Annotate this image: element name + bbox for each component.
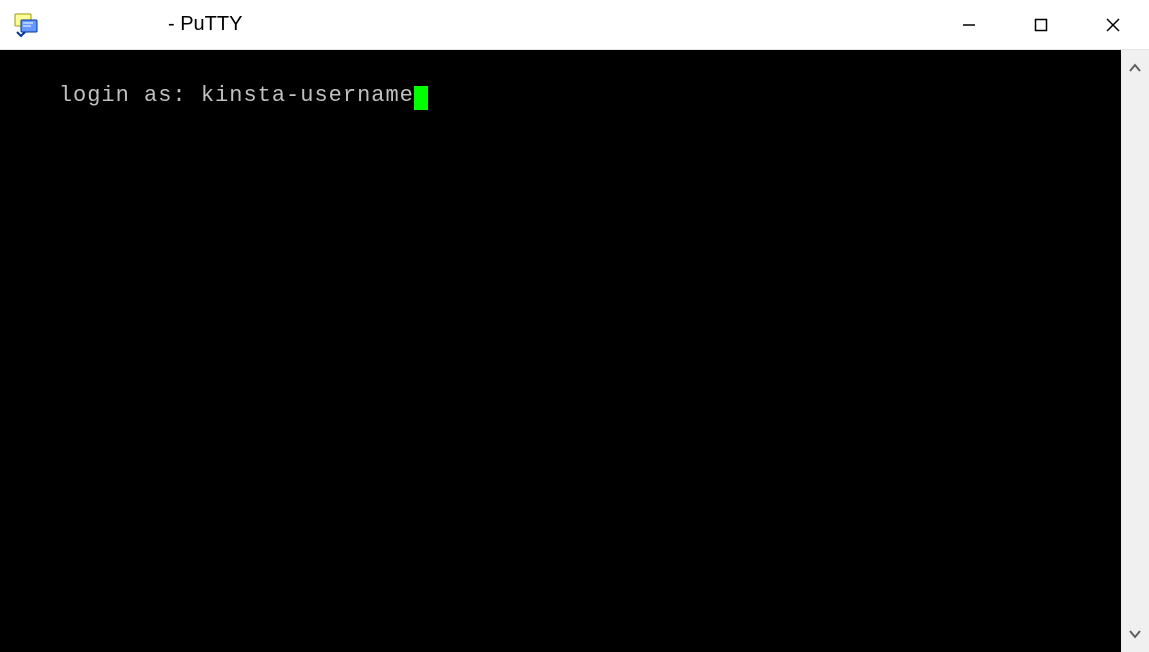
main-area: login as: kinsta-username <box>0 50 1149 652</box>
window-controls <box>933 0 1149 49</box>
terminal-prompt: login as: <box>59 83 187 108</box>
putty-icon <box>10 9 42 41</box>
chevron-up-icon <box>1129 63 1141 73</box>
scroll-up-button[interactable] <box>1121 56 1149 80</box>
maximize-icon <box>1034 18 1048 32</box>
window-titlebar[interactable]: - PuTTY <box>0 0 1149 50</box>
chevron-down-icon <box>1129 629 1141 639</box>
minimize-icon <box>962 18 976 32</box>
window-title: - PuTTY <box>168 13 242 36</box>
scroll-down-button[interactable] <box>1121 622 1149 646</box>
terminal-input: kinsta-username <box>201 83 414 108</box>
maximize-button[interactable] <box>1005 0 1077 49</box>
vertical-scrollbar[interactable] <box>1121 50 1149 652</box>
minimize-button[interactable] <box>933 0 1005 49</box>
terminal[interactable]: login as: kinsta-username <box>0 50 1121 652</box>
close-button[interactable] <box>1077 0 1149 49</box>
close-icon <box>1105 17 1121 33</box>
terminal-cursor <box>414 86 428 110</box>
